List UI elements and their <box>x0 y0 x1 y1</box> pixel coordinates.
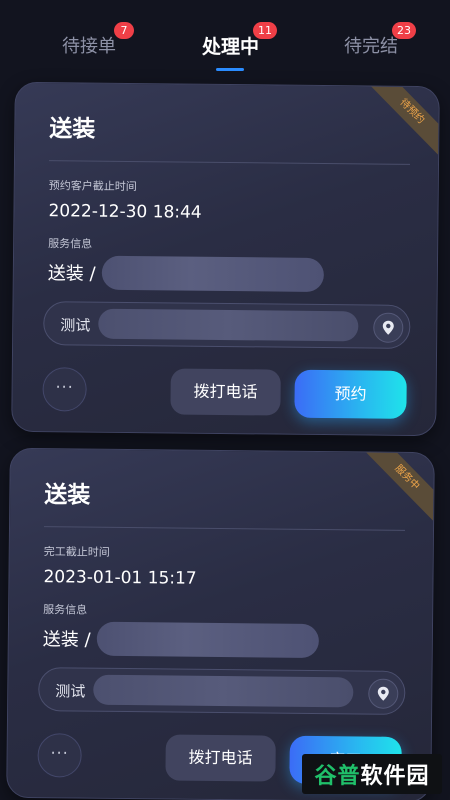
address-contact-name: 测试 <box>60 316 91 335</box>
deadline-label: 完工截止时间 <box>43 545 110 559</box>
address-bar[interactable]: 测试 <box>38 667 406 715</box>
more-dots-icon[interactable]: ··· <box>42 367 87 412</box>
service-info-row: 送装 / <box>42 621 319 659</box>
service-type: 送装 / <box>47 263 96 285</box>
reserve-button[interactable]: 预约 <box>294 369 407 419</box>
service-type: 送装 / <box>42 629 91 651</box>
more-dots-icon[interactable]: ··· <box>37 733 82 778</box>
call-phone-button[interactable]: 拨打电话 <box>170 368 281 416</box>
order-card[interactable]: 待预约 送装 预约客户截止时间 2022-12-30 18:44 服务信息 送装… <box>11 81 440 437</box>
deadline-label: 预约客户截止时间 <box>48 179 137 194</box>
location-pin-icon[interactable] <box>368 678 399 709</box>
active-tab-indicator <box>216 68 244 71</box>
tab-pending-accept[interactable]: 待接单 7 <box>62 22 134 58</box>
service-info-label: 服务信息 <box>48 237 93 251</box>
redacted-address <box>98 308 359 342</box>
site-watermark: 谷普 软件园 <box>302 754 442 794</box>
order-title: 送装 <box>44 482 91 509</box>
location-pin-icon[interactable] <box>373 312 404 343</box>
status-ribbon-label: 服务中 <box>360 452 434 525</box>
tab-badge: 23 <box>392 22 416 39</box>
call-phone-button[interactable]: 拨打电话 <box>165 734 276 782</box>
divider <box>44 526 406 531</box>
tab-label: 待接单 <box>62 36 116 57</box>
status-ribbon-label: 待预约 <box>365 86 439 159</box>
tab-label: 待完结 <box>344 36 398 57</box>
deadline-value: 2022-12-30 18:44 <box>48 201 202 223</box>
order-title: 送装 <box>49 116 96 143</box>
redacted-service-detail <box>101 255 324 293</box>
tab-pending-complete[interactable]: 待完结 23 <box>344 22 416 58</box>
tab-label: 处理中 <box>202 36 260 58</box>
redacted-address <box>93 674 354 708</box>
deadline-value: 2023-01-01 15:17 <box>43 567 197 589</box>
divider <box>49 160 411 165</box>
address-contact-name: 测试 <box>55 682 86 701</box>
status-ribbon: 待预约 <box>358 86 439 167</box>
redacted-service-detail <box>96 621 319 659</box>
tab-badge: 7 <box>114 22 134 39</box>
tab-processing[interactable]: 处理中 11 <box>202 22 278 59</box>
address-bar[interactable]: 测试 <box>43 301 411 349</box>
watermark-text-white: 软件园 <box>360 764 430 789</box>
watermark-text-green: 谷普 <box>314 764 361 789</box>
tab-badge: 11 <box>253 22 278 39</box>
order-card[interactable]: 服务中 送装 完工截止时间 2023-01-01 15:17 服务信息 送装 /… <box>6 447 435 800</box>
service-info-row: 送装 / <box>47 255 324 293</box>
status-tabs: 待接单 7 处理中 11 待完结 23 <box>0 0 450 80</box>
status-ribbon: 服务中 <box>353 452 434 533</box>
service-info-label: 服务信息 <box>43 603 88 617</box>
